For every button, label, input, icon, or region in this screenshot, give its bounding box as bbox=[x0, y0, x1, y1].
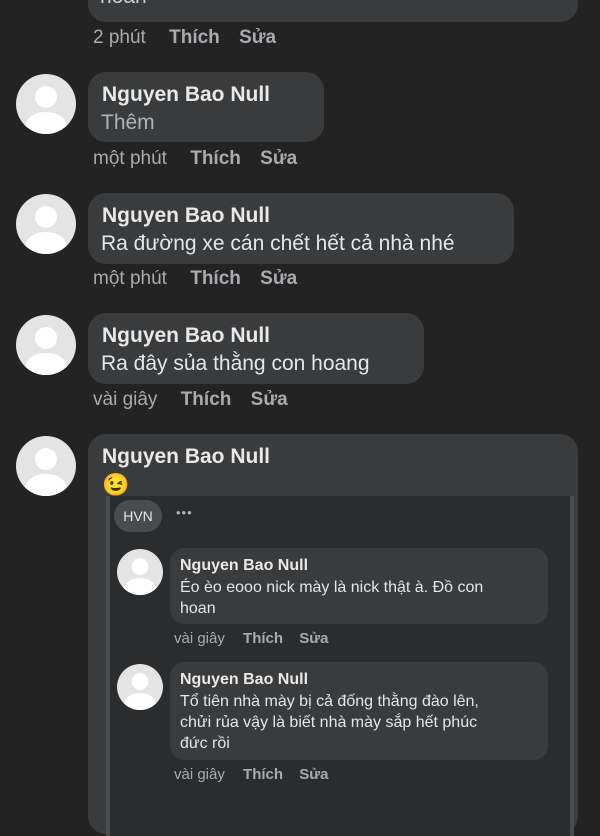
default-avatar-icon bbox=[24, 448, 68, 496]
comment-bubble: Nguyen Bao Null Ra đây sủa thằng con hoa… bbox=[88, 313, 424, 384]
reply-meta: vài giây Thích Sửa bbox=[174, 766, 328, 783]
edit-link[interactable]: Sửa bbox=[260, 268, 297, 289]
comment-text: hoan bbox=[100, 0, 147, 10]
like-link[interactable]: Thích bbox=[243, 766, 283, 783]
comment-time: một phút bbox=[93, 268, 167, 289]
reply-meta: vài giây Thích Sửa bbox=[174, 630, 328, 647]
shared-content-panel: HVN ••• Nguyen Bao Null Éo èo eooo nick … bbox=[106, 496, 574, 836]
comment-text: Thêm bbox=[101, 111, 155, 134]
edit-link[interactable]: Sửa bbox=[260, 148, 297, 169]
comment-meta: vài giây Thích Sửa bbox=[93, 389, 288, 411]
comment-time: một phút bbox=[93, 148, 167, 169]
comment-time: 2 phút bbox=[93, 27, 146, 48]
comment-author[interactable]: Nguyen Bao Null bbox=[102, 204, 270, 228]
comment-time: vài giây bbox=[93, 389, 158, 410]
default-avatar-icon bbox=[24, 86, 68, 134]
more-options-icon[interactable]: ••• bbox=[176, 505, 193, 520]
comment-author[interactable]: Nguyen Bao Null bbox=[102, 83, 270, 107]
reply-text-line: đức rồi bbox=[180, 735, 230, 752]
like-link[interactable]: Thích bbox=[243, 630, 283, 647]
like-link[interactable]: Thích bbox=[190, 148, 241, 169]
reply-time: vài giây bbox=[174, 766, 225, 783]
avatar[interactable] bbox=[117, 664, 163, 710]
reply-text-line: Éo èo eooo nick mày là nick thật à. Đồ c… bbox=[180, 579, 484, 596]
reply-bubble: Nguyen Bao Null Éo èo eooo nick mày là n… bbox=[170, 548, 548, 624]
comment-bubble: Nguyen Bao Null Ra đường xe cán chết hết… bbox=[88, 193, 514, 264]
comment-meta: một phút Thích Sửa bbox=[93, 268, 297, 290]
edit-link[interactable]: Sửa bbox=[299, 630, 328, 647]
edit-link[interactable]: Sửa bbox=[251, 389, 288, 410]
default-avatar-icon bbox=[123, 558, 157, 595]
source-badge[interactable]: HVN bbox=[114, 500, 162, 532]
default-avatar-icon bbox=[24, 206, 68, 254]
default-avatar-icon bbox=[123, 673, 157, 710]
default-avatar-icon bbox=[24, 327, 68, 375]
avatar[interactable] bbox=[117, 549, 163, 595]
reply-author[interactable]: Nguyen Bao Null bbox=[180, 557, 308, 575]
comment-meta: 2 phút Thích Sửa bbox=[93, 27, 276, 49]
comment-bubble-partial: hoan bbox=[88, 0, 578, 22]
comment-author[interactable]: Nguyen Bao Null bbox=[102, 324, 270, 348]
like-link[interactable]: Thích bbox=[190, 268, 241, 289]
comment-bubble-with-share: Nguyen Bao Null 😉 HVN ••• Nguyen Bao Nul… bbox=[88, 434, 578, 836]
comment-bubble: Nguyen Bao Null Thêm bbox=[88, 72, 324, 142]
reply-text-line: chửi rủa vậy là biết nhà mày sắp hết phú… bbox=[180, 714, 478, 731]
avatar[interactable] bbox=[16, 315, 76, 375]
edit-link[interactable]: Sửa bbox=[239, 27, 276, 48]
comment-text: Ra đường xe cán chết hết cả nhà nhé bbox=[101, 232, 455, 255]
reply-bubble: Nguyen Bao Null Tổ tiên nhà mày bị cả đố… bbox=[170, 662, 548, 760]
source-badge-label: HVN bbox=[123, 508, 153, 524]
comment-text: Ra đây sủa thằng con hoang bbox=[101, 352, 370, 375]
avatar[interactable] bbox=[16, 436, 76, 496]
wink-emoji-icon: 😉 bbox=[102, 472, 130, 497]
reply-text-line: hoan bbox=[180, 600, 216, 617]
comment-author[interactable]: Nguyen Bao Null bbox=[102, 445, 270, 469]
like-link[interactable]: Thích bbox=[181, 389, 232, 410]
like-link[interactable]: Thích bbox=[169, 27, 220, 48]
reply-time: vài giây bbox=[174, 630, 225, 647]
edit-link[interactable]: Sửa bbox=[299, 766, 328, 783]
comment-meta: một phút Thích Sửa bbox=[93, 148, 297, 170]
avatar[interactable] bbox=[16, 74, 76, 134]
reply-text-line: Tổ tiên nhà mày bị cả đống thằng đào lên… bbox=[180, 693, 479, 710]
avatar[interactable] bbox=[16, 194, 76, 254]
reply-author[interactable]: Nguyen Bao Null bbox=[180, 671, 308, 689]
